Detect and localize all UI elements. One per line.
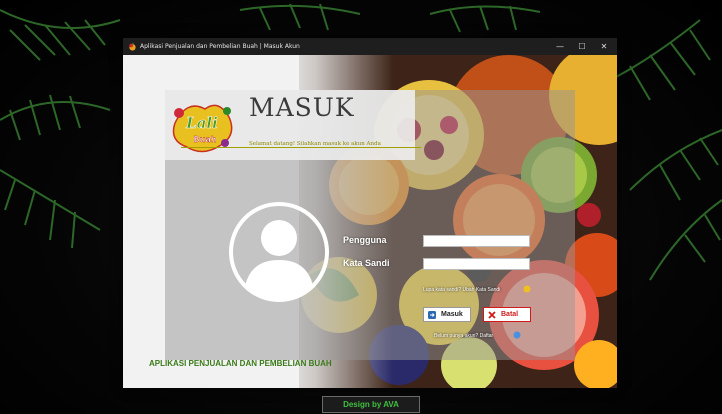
emoji-icon [523, 285, 531, 293]
forgot-text: Lupa kata sandi? [423, 287, 462, 293]
login-window: Aplikasi Penjualan dan Pembelian Buah | … [123, 38, 617, 388]
login-button[interactable]: Masuk [423, 307, 471, 322]
fruit-app-icon [129, 42, 136, 51]
title-bar: Aplikasi Penjualan dan Pembelian Buah | … [123, 38, 617, 55]
password-input[interactable] [423, 258, 530, 270]
register-link[interactable]: Daftar [480, 333, 494, 339]
title-divider [181, 147, 421, 148]
cancel-label: Batal [501, 311, 519, 318]
minimize-button[interactable]: — [549, 38, 571, 55]
page-title: MASUK [249, 93, 355, 122]
footer-app-name: APLIKASI PENJUALAN DAN PEMBELIAN BUAH [149, 359, 332, 368]
cancel-button[interactable]: Batal [483, 307, 531, 322]
login-icon [428, 311, 436, 319]
forgot-password-text: Lupa kata sandi? Ubah Kata Sandi [423, 287, 500, 293]
username-label: Pengguna [343, 235, 387, 245]
maximize-button[interactable]: ☐ [571, 38, 593, 55]
change-password-link[interactable]: Ubah Kata Sandi [462, 287, 500, 293]
window-title: Aplikasi Penjualan dan Pembelian Buah | … [140, 43, 300, 50]
login-label: Masuk [441, 311, 463, 318]
lali-buah-logo: Lali Buah [172, 104, 233, 153]
svg-text:Buah: Buah [194, 135, 217, 144]
register-text: Belum punya akun? [434, 333, 479, 339]
welcome-text: Selamat datang! Silahkan masuk ke akun A… [249, 141, 381, 147]
emoji-icon [513, 331, 521, 339]
password-label: Kata Sandi [343, 258, 390, 268]
svg-text:Lali: Lali [185, 114, 218, 132]
username-input[interactable] [423, 235, 530, 247]
login-content: Lali Buah MASUK Selamat datang! Silahkan… [123, 55, 617, 388]
user-avatar-icon [229, 202, 329, 302]
close-button[interactable]: ✕ [593, 38, 615, 55]
cancel-x-icon [488, 311, 496, 319]
design-credit-button[interactable]: Design by AVA [322, 396, 420, 413]
register-prompt: Belum punya akun? Daftar [434, 333, 493, 339]
